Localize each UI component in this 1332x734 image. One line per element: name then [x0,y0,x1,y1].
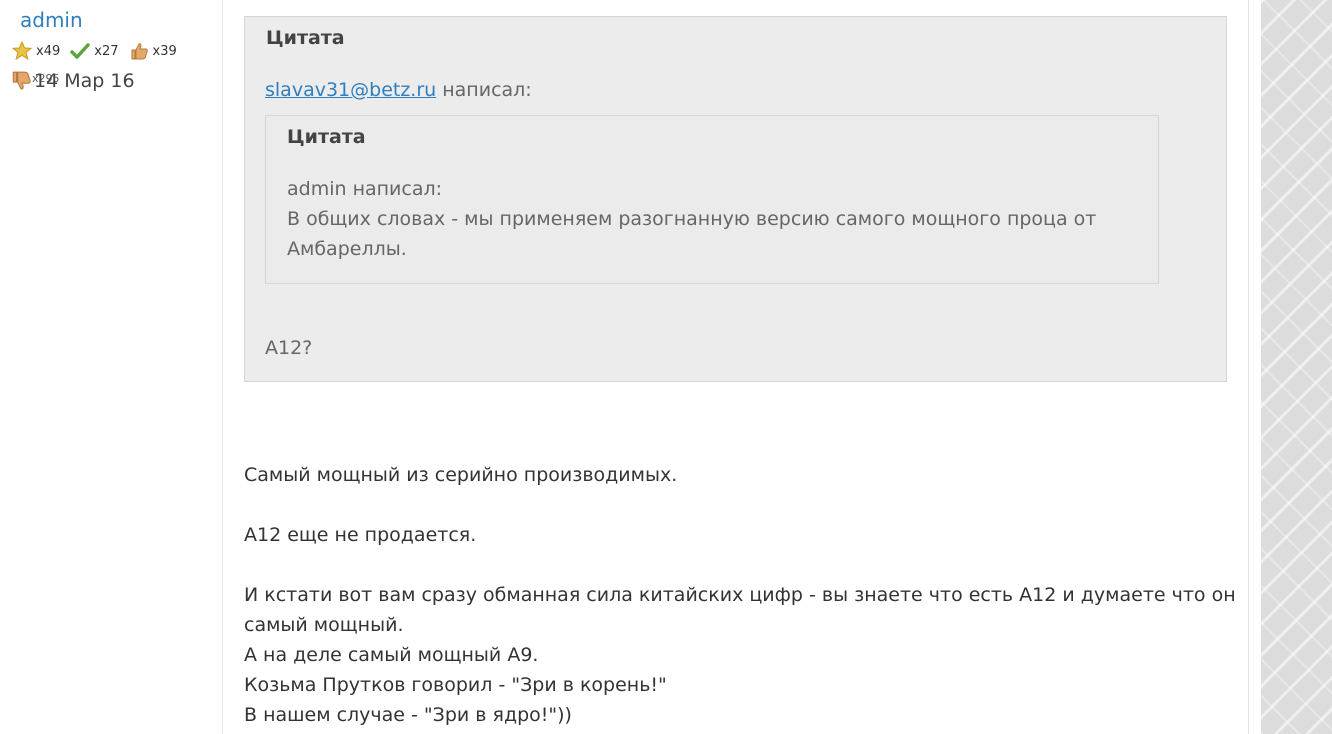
quote-block-inner: Цитата admin написал: В общих словах - м… [265,115,1159,284]
inner-quote-author-line: admin написал: [287,178,443,200]
checkmark-icon [70,43,90,59]
author-panel: admin x49 x27 x39 x295 14 Мар 16 [0,0,223,734]
award-likes-count: x39 [152,43,177,59]
award-likes[interactable]: x39 [129,41,177,61]
post-body-line-3: И кстати вот вам сразу обманная сила кит… [244,584,1236,606]
post-date: 14 Мар 16 [34,70,135,92]
award-checks-count: x27 [94,43,119,59]
page-gap [1249,0,1261,734]
award-stars-count: x49 [36,43,61,59]
post-body-line-6: Козьма Прутков говорил - "Зри в корень!" [244,674,667,696]
quote-author-line: slavav31@betz.ru написал: [265,79,532,101]
award-stars[interactable]: x49 [12,41,60,61]
quote-title: Цитата [266,27,345,49]
award-checks[interactable]: x27 [70,41,119,61]
post-body-line-4: самый мощный. [244,614,404,636]
quote-reply-text: A12? [265,337,313,359]
quote-author-link[interactable]: slavav31@betz.ru [265,79,436,101]
thumbs-down-icon[interactable] [10,70,32,92]
thumbs-up-icon [131,43,148,60]
inner-quote-text-line-2: Амбареллы. [287,238,407,260]
post-content: Цитата slavav31@betz.ru написал: Цитата … [223,0,1249,734]
post-body-line-5: А на деле самый мощный A9. [244,644,539,666]
author-awards: x49 x27 x39 [12,40,187,62]
inner-quote-text-line-1: В общих словах - мы применяем разогнанну… [287,208,1097,230]
quote-author-suffix: написал: [436,79,532,101]
author-name-link[interactable]: admin [20,8,83,32]
quote-block-outer: Цитата slavav31@betz.ru написал: Цитата … [244,16,1227,382]
post-body-line-2: A12 еще не продается. [244,524,477,546]
background-pattern [1261,0,1332,734]
star-medal-icon [12,41,32,61]
post-body-line-7: В нашем случае - "Зри в ядро!")) [244,704,572,726]
post-body-line-1: Самый мощный из серийно производимых. [244,464,678,486]
inner-quote-title: Цитата [287,126,366,148]
